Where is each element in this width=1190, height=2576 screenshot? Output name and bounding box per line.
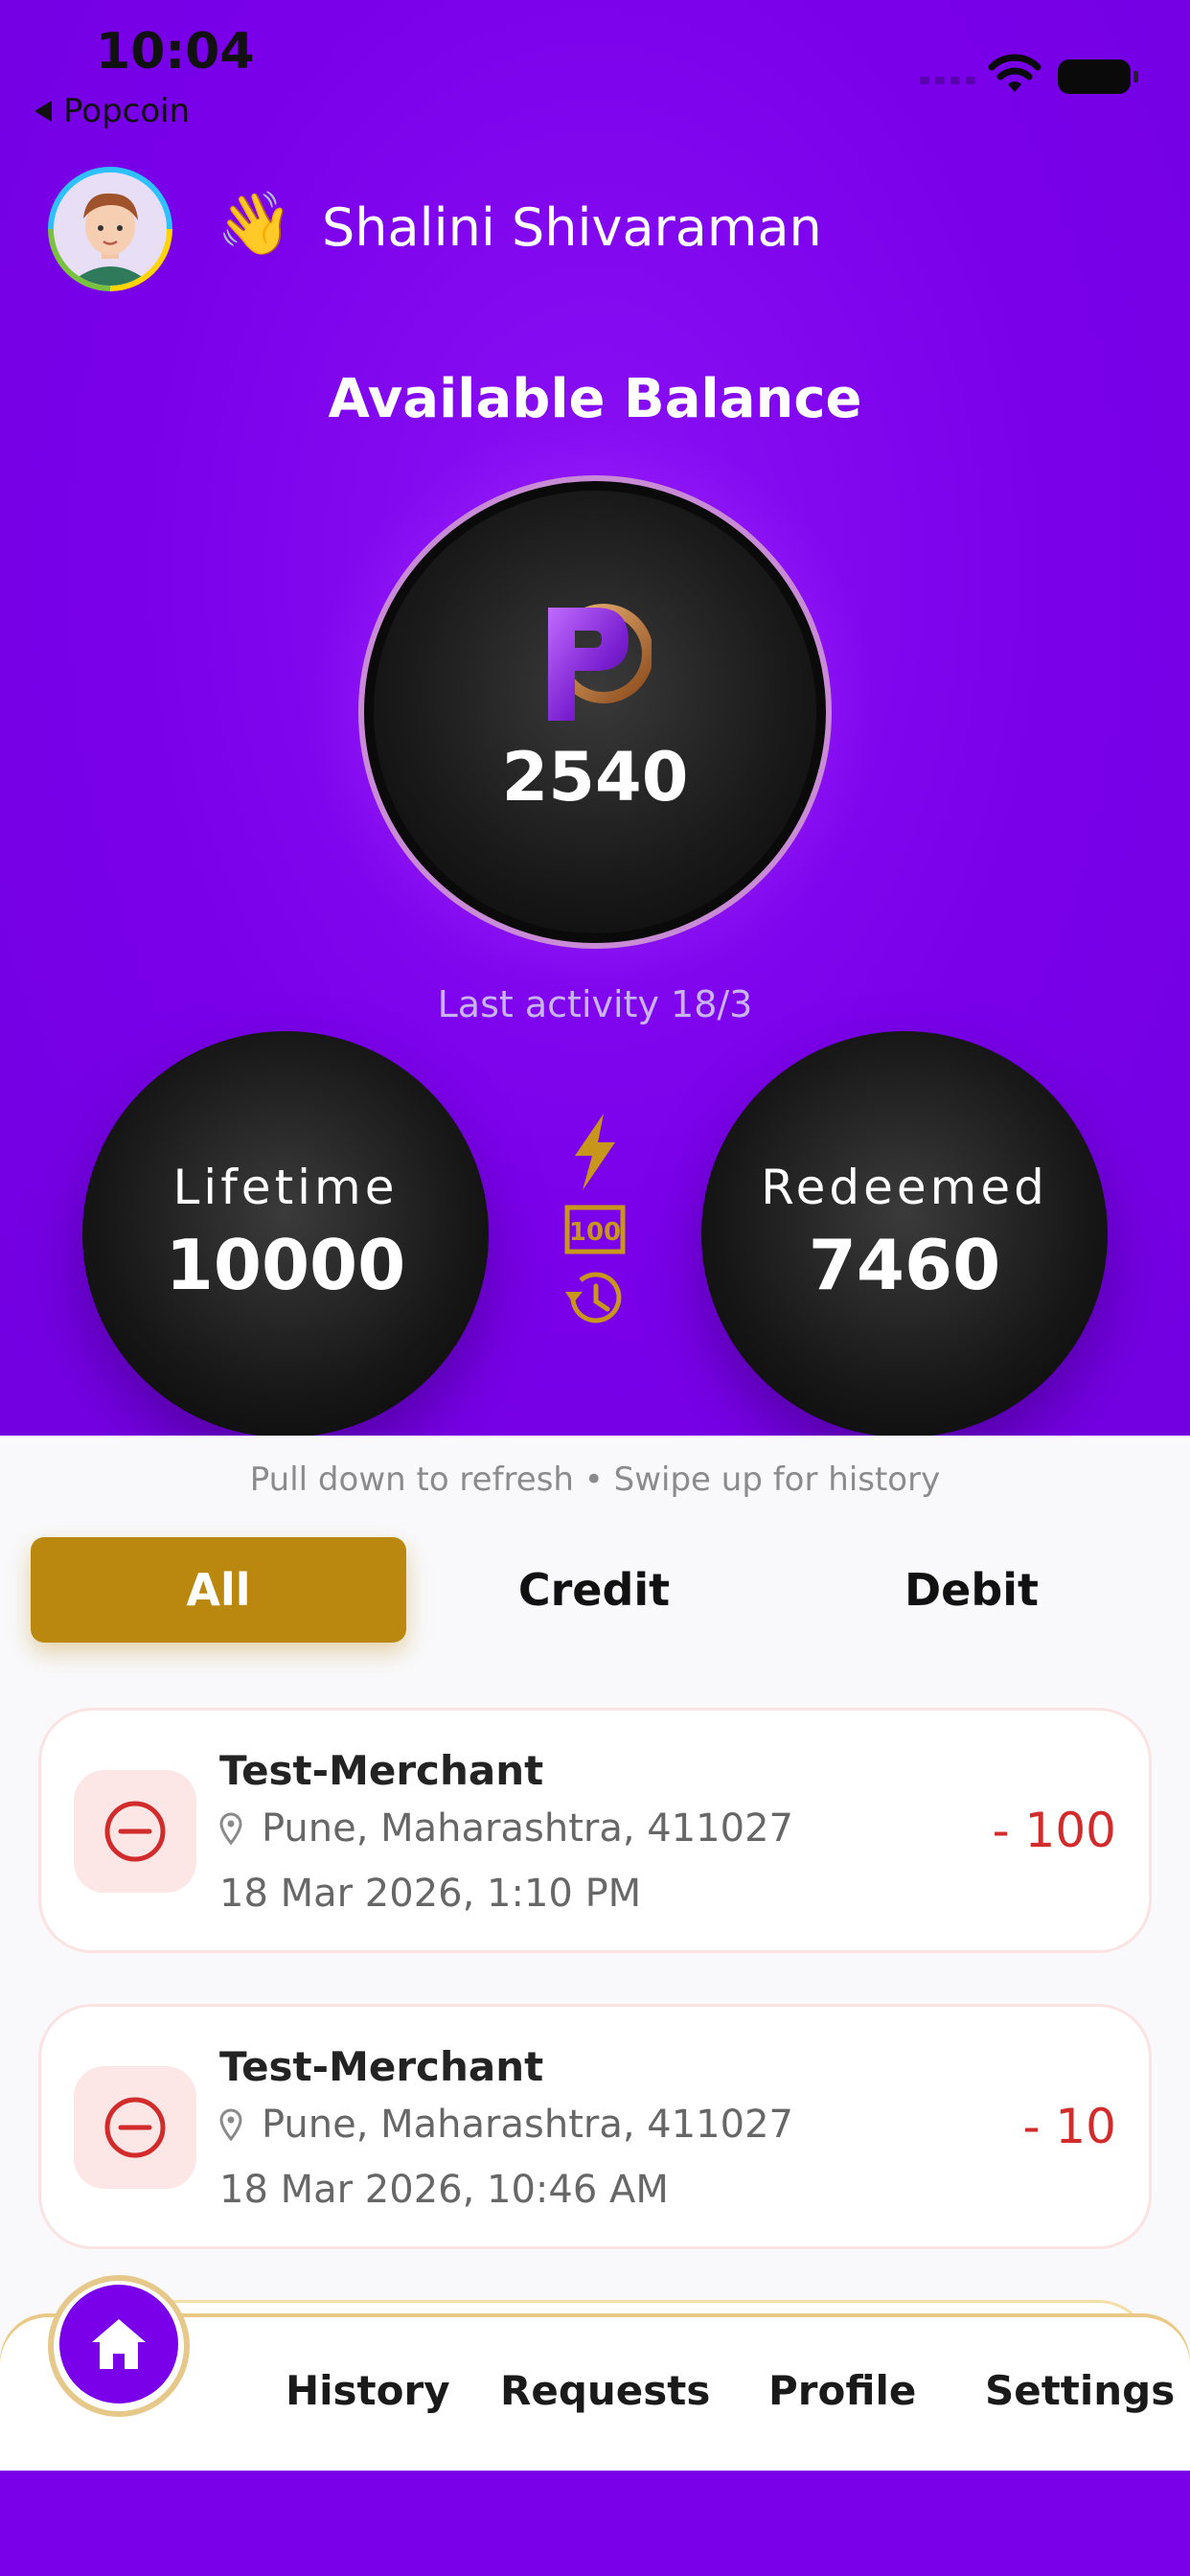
location-pin-icon: [219, 2108, 242, 2141]
redeemed-label: Redeemed: [761, 1160, 1048, 1215]
last-activity: Last activity 18/3: [437, 983, 753, 1025]
nav-requests[interactable]: Requests: [500, 2367, 710, 2414]
merchant-location: Pune, Maharashtra, 411027: [219, 2103, 793, 2147]
user-name: Shalini Shivaraman: [322, 197, 822, 258]
svg-text:100: 100: [569, 1218, 621, 1247]
hundred-badge-icon: 100: [564, 1205, 626, 1254]
tab-all[interactable]: All: [31, 1537, 406, 1643]
bottom-strip: [0, 2471, 1190, 2576]
merchant-name: Test-Merchant: [219, 2043, 544, 2090]
back-to-app-button[interactable]: Popcoin: [34, 92, 190, 130]
location-text: Pune, Maharashtra, 411027: [262, 2103, 793, 2147]
home-button[interactable]: [59, 2285, 178, 2404]
redeemed-coin[interactable]: Redeemed 7460: [701, 1031, 1108, 1438]
debit-icon-badge: [74, 1770, 196, 1893]
debit-icon-badge: [74, 2066, 196, 2189]
transaction-datetime: 18 Mar 2026, 10:46 AM: [219, 2168, 669, 2212]
merchant-location: Pune, Maharashtra, 411027: [219, 1806, 793, 1851]
avatar[interactable]: [48, 167, 172, 291]
transaction-card[interactable]: Test-Merchant Pune, Maharashtra, 411027 …: [38, 2004, 1152, 2249]
minus-circle-icon: [104, 2097, 166, 2158]
lifetime-value: 10000: [165, 1225, 406, 1305]
location-pin-icon: [219, 1812, 242, 1845]
wifi-icon: [988, 54, 1041, 92]
status-bar: 10:04 Popcoin: [0, 0, 1190, 134]
minus-circle-icon: [104, 1801, 166, 1862]
redeemed-value: 7460: [808, 1225, 1001, 1305]
cellular-signal-icon: [920, 77, 975, 84]
stats-icons: 100: [560, 1112, 630, 1336]
avatar-illustration-icon: [54, 172, 167, 286]
merchant-name: Test-Merchant: [219, 1747, 544, 1794]
back-arrow-icon: [34, 101, 52, 122]
lifetime-coin[interactable]: Lifetime 10000: [82, 1031, 489, 1438]
transaction-datetime: 18 Mar 2026, 1:10 PM: [219, 1872, 642, 1916]
history-icon: [565, 1272, 622, 1323]
transaction-amount: - 100: [992, 1803, 1116, 1858]
location-text: Pune, Maharashtra, 411027: [262, 1806, 793, 1851]
nav-profile[interactable]: Profile: [768, 2367, 916, 2414]
transaction-amount: - 10: [1022, 2099, 1116, 2154]
lightning-icon: [575, 1114, 615, 1190]
nav-history[interactable]: History: [286, 2367, 450, 2414]
transaction-card[interactable]: Test-Merchant Pune, Maharashtra, 411027 …: [38, 1708, 1152, 1953]
tab-debit[interactable]: Debit: [784, 1537, 1159, 1643]
battery-icon: [1058, 59, 1138, 94]
balance-amount: 2540: [501, 738, 689, 816]
lifetime-label: Lifetime: [172, 1160, 399, 1215]
wave-emoji: 👋: [217, 189, 293, 260]
home-icon: [92, 2319, 146, 2369]
tab-credit[interactable]: Credit: [406, 1537, 782, 1643]
nav-settings[interactable]: Settings: [985, 2367, 1175, 2414]
popcoin-logo-icon: [548, 604, 652, 721]
back-app-label: Popcoin: [63, 92, 191, 130]
refresh-hint: Pull down to refresh • Swipe up for hist…: [249, 1460, 941, 1499]
status-time: 10:04: [96, 23, 255, 80]
